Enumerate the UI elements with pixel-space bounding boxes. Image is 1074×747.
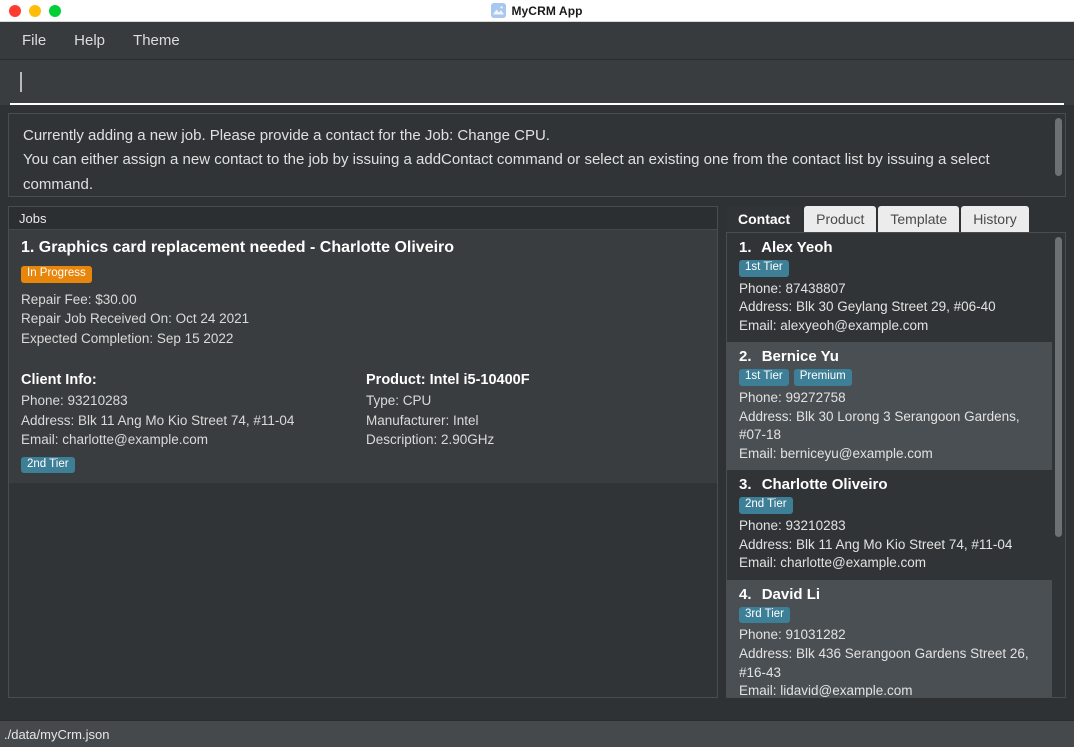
- contact-list-panel: 1. Alex Yeoh 1st Tier Phone: 87438807 Ad…: [726, 232, 1066, 698]
- contact-list: 1. Alex Yeoh 1st Tier Phone: 87438807 Ad…: [727, 233, 1052, 697]
- contact-phone: Phone: 87438807: [739, 280, 846, 296]
- product-description: Description: 2.90GHz: [366, 432, 495, 448]
- contact-index: 2.: [739, 348, 752, 366]
- text-caret: [20, 71, 22, 92]
- job-expected-completion: Expected Completion: Sep 15 2022: [21, 330, 234, 346]
- tab-template[interactable]: Template: [878, 206, 960, 232]
- right-panel: Contact Product Template History 1. Alex…: [726, 206, 1066, 698]
- contact-badges: 2nd Tier: [739, 497, 1042, 514]
- contact-name: 4. David Li: [739, 586, 1042, 603]
- job-title-text: Graphics card replacement needed - Charl…: [38, 239, 455, 256]
- contact-badges: 1st Tier: [739, 260, 1042, 277]
- client-phone: Phone: 93210283: [21, 393, 128, 409]
- result-message: Currently adding a new job. Please provi…: [23, 127, 990, 193]
- client-tier-wrap: 2nd Tier: [21, 454, 366, 473]
- contact-phone: Phone: 91031282: [739, 627, 846, 643]
- list-item[interactable]: 3. Charlotte Oliveiro 2nd Tier Phone: 93…: [727, 470, 1052, 580]
- status-bar-file-path: ./data/myCrm.json: [4, 726, 110, 742]
- job-card[interactable]: 1. Graphics card replacement needed - Ch…: [9, 230, 717, 483]
- product-manufacturer: Manufacturer: Intel: [366, 412, 479, 428]
- contact-name: 1. Alex Yeoh: [739, 239, 1042, 256]
- status-bar: ./data/myCrm.json: [0, 720, 1074, 747]
- contact-phone: Phone: 99272758: [739, 389, 846, 405]
- client-tier-badge: 2nd Tier: [21, 456, 75, 473]
- contact-email: Email: lidavid@example.com: [739, 683, 913, 697]
- result-scrollbar[interactable]: [1052, 114, 1065, 196]
- contact-name-text: Bernice Yu: [761, 348, 839, 366]
- tab-contact[interactable]: Contact: [726, 206, 803, 232]
- job-meta: Repair Fee: $30.00 Repair Job Received O…: [21, 290, 705, 349]
- contact-phone: Phone: 93210283: [739, 517, 846, 533]
- product-info-column: Product: Intel i5-10400F Type: CPU Manuf…: [366, 372, 705, 473]
- job-repair-fee: Repair Fee: $30.00: [21, 291, 137, 307]
- jobs-panel-header: Jobs: [9, 207, 717, 230]
- menubar: File Help Theme: [0, 22, 1074, 60]
- contact-tier-badge: 3rd Tier: [739, 606, 790, 624]
- jobs-panel-title: Jobs: [19, 210, 47, 226]
- tab-bar: Contact Product Template History: [726, 206, 1066, 232]
- contact-name-text: David Li: [761, 585, 821, 603]
- job-index: 1.: [21, 239, 35, 256]
- contact-index: 3.: [739, 476, 752, 494]
- client-address: Address: Blk 11 Ang Mo Kio Street 74, #1…: [21, 412, 295, 428]
- contact-address: Address: Blk 30 Geylang Street 29, #06-4…: [739, 299, 996, 315]
- client-info-heading: Client Info:: [21, 372, 97, 389]
- contact-email: Email: berniceyu@example.com: [739, 445, 933, 461]
- contact-name: 3. Charlotte Oliveiro: [739, 476, 1042, 493]
- result-display-panel: Currently adding a new job. Please provi…: [8, 113, 1066, 197]
- window-titlebar: MyCRM App: [0, 0, 1074, 22]
- job-detail-columns: Client Info: Phone: 93210283 Address: Bl…: [21, 372, 705, 473]
- contact-index: 4.: [739, 585, 752, 603]
- list-item[interactable]: 4. David Li 3rd Tier Phone: 91031282 Add…: [727, 579, 1052, 697]
- job-status-badge: In Progress: [21, 266, 92, 283]
- client-email: Email: charlotte@example.com: [21, 432, 209, 448]
- window-title-text: MyCRM App: [511, 3, 583, 18]
- result-scrollbar-thumb[interactable]: [1055, 118, 1062, 176]
- contact-list-scrollbar-thumb[interactable]: [1055, 237, 1062, 537]
- contact-name: 2. Bernice Yu: [739, 348, 1042, 365]
- command-input-area: [0, 60, 1074, 105]
- menu-file[interactable]: File: [12, 28, 56, 53]
- command-input[interactable]: [10, 60, 1064, 105]
- contact-badges: 1st Tier Premium: [739, 369, 1042, 386]
- window-title-group: MyCRM App: [0, 3, 1074, 18]
- contact-list-scrollbar[interactable]: [1052, 233, 1065, 697]
- main-content: Jobs 1. Graphics card replacement needed…: [8, 206, 1066, 698]
- tab-history[interactable]: History: [961, 206, 1029, 232]
- product-type: Type: CPU: [366, 393, 432, 409]
- contact-tier-badge: 2nd Tier: [739, 497, 793, 514]
- contact-tier-badge: 1st Tier: [739, 369, 789, 386]
- job-received-on: Repair Job Received On: Oct 24 2021: [21, 311, 250, 327]
- menu-help[interactable]: Help: [64, 28, 115, 53]
- jobs-panel: Jobs 1. Graphics card replacement needed…: [8, 206, 718, 698]
- client-info-column: Client Info: Phone: 93210283 Address: Bl…: [21, 372, 366, 473]
- contact-badges: 3rd Tier: [739, 606, 1042, 624]
- app-logo-icon: [491, 3, 507, 18]
- contact-premium-badge: Premium: [793, 369, 852, 386]
- list-item[interactable]: 1. Alex Yeoh 1st Tier Phone: 87438807 Ad…: [727, 233, 1052, 343]
- job-title: 1. Graphics card replacement needed - Ch…: [21, 239, 705, 257]
- tab-product[interactable]: Product: [804, 206, 877, 232]
- contact-name-text: Charlotte Oliveiro: [761, 476, 888, 494]
- contact-email: Email: charlotte@example.com: [739, 555, 927, 571]
- jobs-list: 1. Graphics card replacement needed - Ch…: [9, 230, 717, 697]
- product-heading: Product: Intel i5-10400F: [366, 372, 530, 389]
- menu-theme[interactable]: Theme: [123, 28, 190, 53]
- contact-tier-badge: 1st Tier: [739, 260, 789, 277]
- contact-address: Address: Blk 30 Lorong 3 Serangoon Garde…: [739, 408, 1020, 443]
- list-item[interactable]: 2. Bernice Yu 1st Tier Premium Phone: 99…: [727, 342, 1052, 471]
- contact-name-text: Alex Yeoh: [761, 239, 833, 256]
- contact-email: Email: alexyeoh@example.com: [739, 317, 929, 333]
- contact-index: 1.: [739, 239, 752, 256]
- contact-address: Address: Blk 436 Serangoon Gardens Stree…: [739, 645, 1029, 680]
- contact-address: Address: Blk 11 Ang Mo Kio Street 74, #1…: [739, 536, 1013, 552]
